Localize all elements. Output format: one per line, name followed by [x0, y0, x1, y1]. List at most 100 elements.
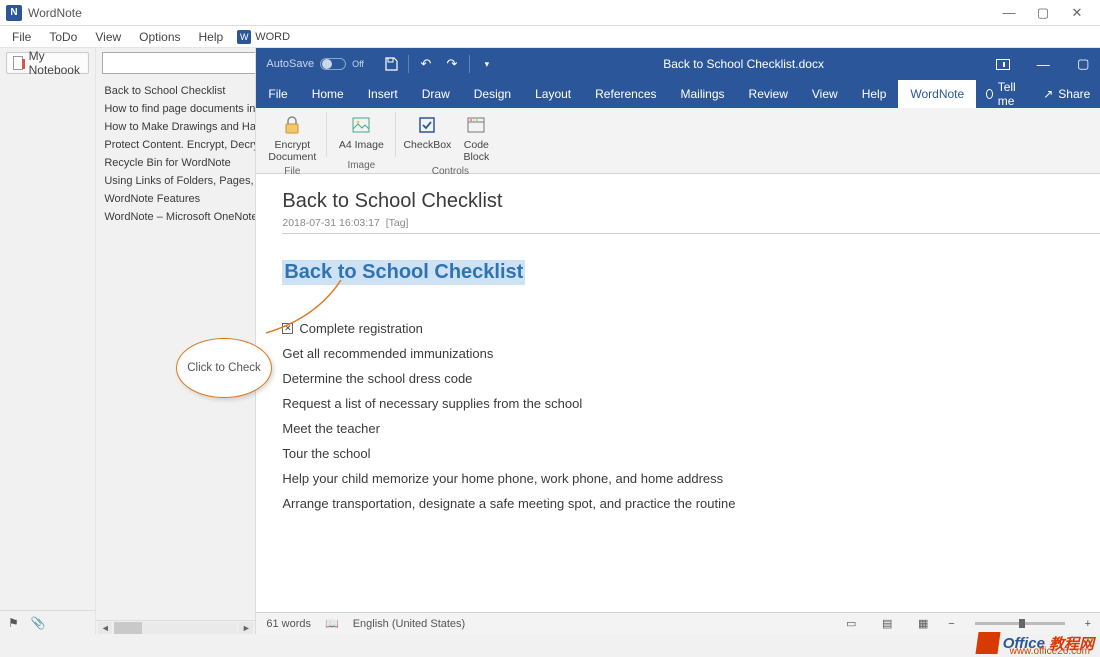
search-box[interactable]: ✕	[102, 52, 277, 74]
notes-horizontal-scrollbar[interactable]: ◄ ►	[96, 620, 255, 634]
checklist: ✕Complete registration Get all recommend…	[282, 321, 1100, 511]
read-mode-icon[interactable]: ▭	[840, 616, 862, 632]
tab-home[interactable]: Home	[300, 80, 356, 108]
note-item[interactable]: WordNote – Microsoft OneNote Alternative	[102, 208, 255, 226]
callout-text: Click to Check	[187, 361, 261, 376]
checkbox-label: CheckBox	[403, 139, 451, 151]
toggle-icon	[320, 58, 346, 70]
tab-layout[interactable]: Layout	[523, 80, 583, 108]
tell-me-search[interactable]: Tell me	[976, 80, 1029, 108]
note-item[interactable]: Recycle Bin for WordNote	[102, 154, 255, 172]
flag-icon[interactable]: ⚑	[8, 616, 19, 630]
tab-help[interactable]: Help	[850, 80, 899, 108]
checklist-item[interactable]: Tour the school	[282, 446, 1100, 461]
zoom-out-icon[interactable]: −	[948, 618, 954, 630]
menu-todo[interactable]: ToDo	[41, 28, 85, 46]
autosave-toggle[interactable]: AutoSave Off	[256, 58, 374, 70]
wordnote-logo-icon: N	[6, 5, 22, 21]
save-icon[interactable]	[380, 53, 402, 75]
spellcheck-icon[interactable]: 📖	[325, 617, 339, 630]
tab-draw[interactable]: Draw	[410, 80, 462, 108]
scroll-track[interactable]	[114, 622, 237, 634]
ribbon-display-icon[interactable]	[983, 48, 1023, 80]
checklist-item[interactable]: Meet the teacher	[282, 421, 1100, 436]
checklist-item[interactable]: Request a list of necessary supplies fro…	[282, 396, 1100, 411]
item-text[interactable]: Determine the school dress code	[282, 371, 472, 386]
wordnote-sidebar: My Notebook ⚑ 📎	[0, 48, 95, 634]
note-item[interactable]: How to find page documents in WordNote	[102, 100, 255, 118]
notebook-label: My Notebook	[29, 49, 83, 77]
language-status[interactable]: English (United States)	[353, 618, 466, 630]
code-label: Code Block	[457, 139, 495, 163]
tab-insert[interactable]: Insert	[356, 80, 410, 108]
item-text[interactable]: Tour the school	[282, 446, 370, 461]
checklist-item[interactable]: Arrange transportation, designate a safe…	[282, 496, 1100, 511]
menu-options[interactable]: Options	[131, 28, 188, 46]
callout-arrow-icon	[226, 278, 346, 348]
checklist-item[interactable]: ✕Complete registration	[282, 321, 1100, 336]
word-minimize-button[interactable]: —	[1023, 48, 1063, 80]
note-item[interactable]: Protect Content. Encrypt, Decrypt, Write	[102, 136, 255, 154]
scroll-left-icon[interactable]: ◄	[98, 622, 112, 634]
tab-references[interactable]: References	[583, 80, 668, 108]
minimize-button[interactable]: —	[992, 1, 1026, 25]
group-image-label: Image	[347, 160, 375, 173]
scroll-thumb[interactable]	[114, 622, 142, 634]
encrypt-label: Encrypt Document	[267, 139, 317, 163]
notebook-selector[interactable]: My Notebook	[6, 52, 89, 74]
menu-help[interactable]: Help	[191, 28, 232, 46]
callout-annotation: Click to Check	[176, 318, 296, 398]
item-text[interactable]: Get all recommended immunizations	[282, 346, 493, 361]
page-title[interactable]: Back to School Checklist	[282, 190, 1100, 213]
web-layout-icon[interactable]: ▦	[912, 616, 934, 632]
redo-icon[interactable]: ↷	[441, 53, 463, 75]
item-text[interactable]: Meet the teacher	[282, 421, 380, 436]
encrypt-document-button[interactable]: Encrypt Document	[264, 110, 320, 166]
tab-wordnote[interactable]: WordNote	[898, 80, 976, 108]
tab-view[interactable]: View	[800, 80, 850, 108]
checklist-item[interactable]: Determine the school dress code	[282, 371, 1100, 386]
scroll-right-icon[interactable]: ►	[239, 622, 253, 634]
document-area[interactable]: Back to School Checklist 2018-07-31 16:0…	[256, 174, 1100, 612]
sidebar-bottom-bar: ⚑ 📎	[0, 610, 95, 634]
qat-customize-icon[interactable]: ▾	[476, 53, 498, 75]
share-label: Share	[1058, 87, 1090, 101]
menu-view[interactable]: View	[87, 28, 129, 46]
close-button[interactable]: ✕	[1060, 1, 1094, 25]
note-item[interactable]: How to Make Drawings and Handwriting	[102, 118, 255, 136]
tag-label[interactable]: [Tag]	[386, 217, 409, 229]
zoom-slider[interactable]	[975, 622, 1065, 625]
checkbox-button[interactable]: CheckBox	[402, 110, 452, 166]
word-count[interactable]: 61 words	[266, 618, 311, 630]
print-layout-icon[interactable]: ▤	[876, 616, 898, 632]
search-input[interactable]	[107, 56, 262, 70]
checklist-item[interactable]: Get all recommended immunizations	[282, 346, 1100, 361]
tab-design[interactable]: Design	[462, 80, 523, 108]
attachment-icon[interactable]: 📎	[31, 616, 46, 630]
ribbon-group-file: Encrypt Document File	[260, 108, 324, 173]
word-section-label: W WORD	[237, 30, 290, 44]
zoom-in-icon[interactable]: +	[1085, 618, 1091, 630]
note-item[interactable]: WordNote Features	[102, 190, 255, 208]
note-item[interactable]: Back to School Checklist	[102, 82, 255, 100]
item-text[interactable]: Arrange transportation, designate a safe…	[282, 496, 735, 511]
word-label-text: WORD	[255, 31, 290, 43]
checklist-item[interactable]: Help your child memorize your home phone…	[282, 471, 1100, 486]
item-text[interactable]: Request a list of necessary supplies fro…	[282, 396, 582, 411]
quick-access-toolbar: ↶ ↷ ▾	[374, 53, 504, 75]
tab-file[interactable]: File	[256, 80, 299, 108]
tab-mailings[interactable]: Mailings	[669, 80, 737, 108]
word-window-controls: — ▢ ✕	[983, 48, 1100, 80]
autosave-label: AutoSave	[266, 58, 314, 70]
word-maximize-button[interactable]: ▢	[1063, 48, 1100, 80]
item-text[interactable]: Help your child memorize your home phone…	[282, 471, 723, 486]
note-item[interactable]: Using Links of Folders, Pages, and Parag…	[102, 172, 255, 190]
document-name: Back to School Checklist.docx	[504, 57, 983, 71]
share-button[interactable]: ↗Share	[1035, 87, 1098, 101]
code-block-button[interactable]: Code Block	[454, 110, 498, 166]
a4-image-button[interactable]: A4 Image	[333, 110, 389, 154]
undo-icon[interactable]: ↶	[415, 53, 437, 75]
tab-review[interactable]: Review	[737, 80, 800, 108]
menu-file[interactable]: File	[4, 28, 39, 46]
maximize-button[interactable]: ▢	[1026, 1, 1060, 25]
